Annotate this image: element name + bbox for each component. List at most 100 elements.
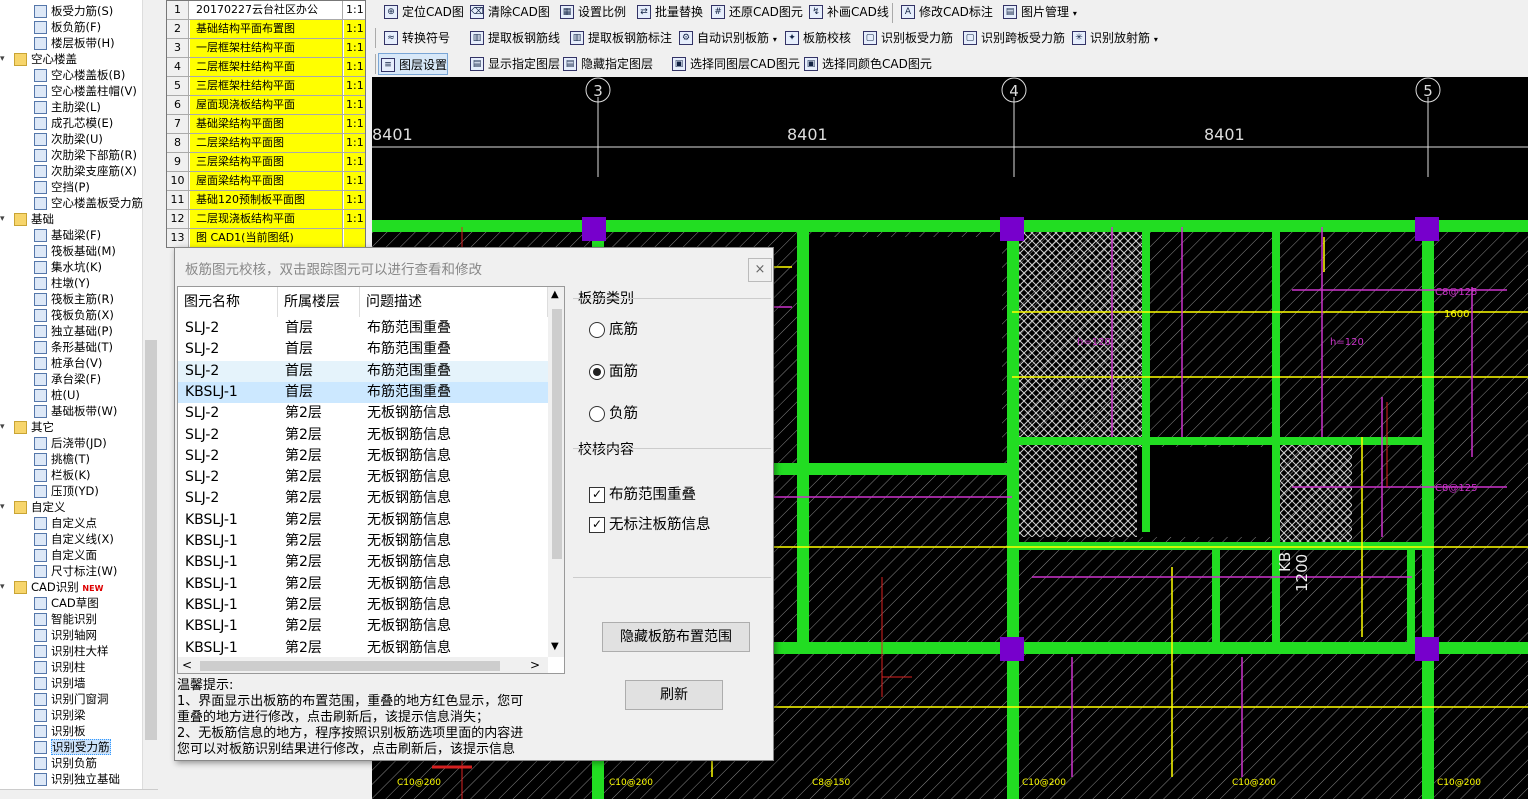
drawing-row[interactable]: 12 二层现浇板结构平面 1:1 — [167, 210, 365, 229]
toolbar-button[interactable]: A 修改CAD标注 — [899, 1, 993, 23]
table-row[interactable]: KBSLJ-1 首层 布筋范围重叠 — [178, 381, 548, 403]
toolbar-button[interactable]: ▣ 选择同颜色CAD图元 — [802, 53, 932, 75]
table-row[interactable]: KBSLJ-1 第2层 无板钢筋信息 — [178, 638, 548, 659]
table-horizontal-scrollbar[interactable]: < > — [178, 657, 548, 673]
table-row[interactable]: SLJ-2 首层 布筋范围重叠 — [178, 360, 548, 382]
tree-item[interactable]: 识别墙 — [34, 675, 86, 691]
tree-item[interactable]: 次肋梁支座筋(X) — [34, 163, 137, 179]
dropdown-arrow-icon[interactable]: ▾ — [1073, 9, 1077, 18]
tree-item[interactable]: 自定义线(X) — [34, 531, 114, 547]
drawing-row[interactable]: 13 图 CAD1(当前图纸) — [167, 229, 365, 247]
drawing-name[interactable]: 三层框架柱结构平面 — [190, 77, 343, 95]
tree-vertical-scrollbar[interactable] — [142, 0, 158, 789]
toolbar-button[interactable]: ▤ 隐藏指定图层 — [561, 53, 653, 75]
tree-item[interactable]: 空心楼盖柱帽(V) — [34, 83, 137, 99]
scroll-left-icon[interactable]: < — [182, 658, 192, 672]
tree-item[interactable]: 识别板 — [34, 723, 86, 739]
tree-item[interactable]: 桩承台(V) — [34, 355, 102, 371]
tree-item[interactable]: 空挡(P) — [34, 179, 90, 195]
tree-item[interactable]: 筏板负筋(X) — [34, 307, 114, 323]
toolbar-button[interactable]: ▥ 提取板钢筋标注 — [568, 27, 672, 49]
toolbar-button[interactable]: ▤ 图片管理 ▾ — [1001, 1, 1077, 23]
tree-item[interactable]: 后浇带(JD) — [34, 435, 107, 451]
tree-category[interactable]: ▾ 自定义 — [0, 499, 66, 515]
drawing-row[interactable]: 9 三层梁结构平面图 1:1 — [167, 153, 365, 172]
table-row[interactable]: SLJ-2 第2层 无板钢筋信息 — [178, 425, 548, 446]
drawing-row[interactable]: 4 二层框架柱结构平面 1:1 — [167, 58, 365, 77]
table-row[interactable]: KBSLJ-1 第2层 无板钢筋信息 — [178, 574, 548, 595]
toolbar-button[interactable]: ▦ 设置比例 — [558, 1, 626, 23]
tree-item[interactable]: 识别独立基础 — [34, 771, 120, 787]
drawing-row[interactable]: 10 屋面梁结构平面图 1:1 — [167, 172, 365, 191]
tree-item[interactable]: 识别受力筋 — [34, 739, 111, 755]
toolbar-button[interactable]: ↯ 补画CAD线 — [807, 1, 889, 23]
toolbar-button[interactable]: ⌫ 清除CAD图 — [468, 1, 550, 23]
toolbar-button[interactable]: ⊕ 定位CAD图 — [382, 1, 464, 23]
tree-item[interactable]: 识别负筋 — [34, 755, 97, 771]
toolbar-button[interactable]: # 还原CAD图元 — [709, 1, 803, 23]
toolbar-button[interactable]: ≈ 转换符号 — [382, 27, 450, 49]
table-row[interactable]: SLJ-2 首层 布筋范围重叠 — [178, 318, 548, 339]
drawing-name[interactable]: 二层现浇板结构平面 — [190, 210, 343, 228]
drawing-row[interactable]: 5 三层框架柱结构平面 1:1 — [167, 77, 365, 96]
tree-item[interactable]: 筏板主筋(R) — [34, 291, 114, 307]
hide-rebar-range-button[interactable]: 隐藏板筋布置范围 — [602, 622, 750, 652]
toolbar-button[interactable]: ▤ 显示指定图层 — [468, 53, 560, 75]
dropdown-arrow-icon[interactable]: ▾ — [773, 35, 777, 44]
table-row[interactable]: KBSLJ-1 第2层 无板钢筋信息 — [178, 552, 548, 573]
drawing-name[interactable]: 基础梁结构平面图 — [190, 115, 343, 133]
drawing-list[interactable]: 1 20170227云台社区办公 1:1 2 基础结构平面布置图 1:1 3 一层框架柱结构平… — [166, 0, 366, 248]
table-row[interactable]: KBSLJ-1 第2层 无板钢筋信息 — [178, 616, 548, 637]
toolbar-button[interactable]: ✳ 识别放射筋 ▾ — [1070, 27, 1158, 49]
table-row[interactable]: SLJ-2 第2层 无板钢筋信息 — [178, 488, 548, 509]
tree-item[interactable]: 基础梁(F) — [34, 227, 101, 243]
collapse-icon[interactable]: ▾ — [0, 579, 5, 595]
table-row[interactable]: KBSLJ-1 第2层 无板钢筋信息 — [178, 510, 548, 531]
tree-item[interactable]: 基础板带(W) — [34, 403, 117, 419]
tree-item[interactable]: 独立基础(P) — [34, 323, 113, 339]
issue-table[interactable]: 图元名称 所属楼层 问题描述 SLJ-2 首层 布筋范围重叠 SLJ-2 首层 布筋范围重… — [177, 286, 565, 674]
table-row[interactable]: KBSLJ-1 第2层 无板钢筋信息 — [178, 531, 548, 552]
tree-item[interactable]: 挑檐(T) — [34, 451, 90, 467]
tree-item[interactable]: 柱墩(Y) — [34, 275, 90, 291]
tree-item[interactable]: 成孔芯模(E) — [34, 115, 113, 131]
column-header-description[interactable]: 问题描述 — [360, 287, 548, 317]
tree-item[interactable]: CAD草图 — [34, 595, 99, 611]
check-content-checkbox[interactable]: 布筋范围重叠 — [589, 487, 696, 503]
tree-item[interactable]: 栏板(K) — [34, 467, 91, 483]
column-header-floor[interactable]: 所属楼层 — [278, 287, 360, 317]
toolbar-button[interactable]: ▢ 识别跨板受力筋 — [961, 27, 1065, 49]
tree-item[interactable]: 识别柱大样 — [34, 643, 109, 659]
toolbar-button[interactable]: ✦ 板筋校核 — [783, 27, 851, 49]
drawing-name[interactable]: 20170227云台社区办公 — [190, 1, 343, 19]
toolbar-button[interactable]: ⇄ 批量替换 — [635, 1, 703, 23]
check-content-checkbox[interactable]: 无标注板筋信息 — [589, 517, 711, 533]
scroll-down-icon[interactable]: ▼ — [551, 641, 559, 652]
tree-item[interactable]: 自定义面 — [34, 547, 97, 563]
drawing-name[interactable]: 图 CAD1(当前图纸) — [190, 229, 343, 247]
dropdown-arrow-icon[interactable]: ▾ — [1154, 35, 1158, 44]
toolbar-button[interactable]: ▥ 提取板钢筋线 — [468, 27, 560, 49]
tree-item[interactable]: 尺寸标注(W) — [34, 563, 117, 579]
tree-item[interactable]: 次肋梁(U) — [34, 131, 103, 147]
scroll-up-icon[interactable]: ▲ — [551, 289, 559, 300]
table-row[interactable]: KBSLJ-1 第2层 无板钢筋信息 — [178, 595, 548, 616]
drawing-row[interactable]: 11 基础120预制板平面图 1:1 — [167, 191, 365, 210]
tree-item[interactable]: 次肋梁下部筋(R) — [34, 147, 137, 163]
tree-item[interactable]: 主肋梁(L) — [34, 99, 101, 115]
collapse-icon[interactable]: ▾ — [0, 419, 5, 435]
tree-item[interactable]: 识别柱 — [34, 659, 86, 675]
toolbar-button[interactable]: ≡ 图层设置 — [378, 53, 449, 75]
tree-item[interactable]: 空心楼盖板(B) — [34, 67, 125, 83]
scroll-right-icon[interactable]: > — [530, 658, 540, 672]
tree-horizontal-scrollbar[interactable] — [0, 789, 158, 799]
tree-item[interactable]: 压顶(YD) — [34, 483, 99, 499]
drawing-row[interactable]: 2 基础结构平面布置图 1:1 — [167, 20, 365, 39]
component-tree[interactable]: 板受力筋(S) 板负筋(F) 楼层板带(H) ▾ 空心楼盖 空心楼盖板(B) 空心楼盖柱帽(… — [0, 0, 158, 789]
tree-category[interactable]: ▾ 空心楼盖 — [0, 51, 77, 67]
tree-item[interactable]: 承台梁(F) — [34, 371, 101, 387]
drawing-name[interactable]: 屋面梁结构平面图 — [190, 172, 343, 190]
tree-item[interactable]: 筏板基础(M) — [34, 243, 116, 259]
rebar-type-radio[interactable]: 面筋 — [589, 364, 638, 380]
tree-item[interactable]: 板受力筋(S) — [34, 3, 113, 19]
